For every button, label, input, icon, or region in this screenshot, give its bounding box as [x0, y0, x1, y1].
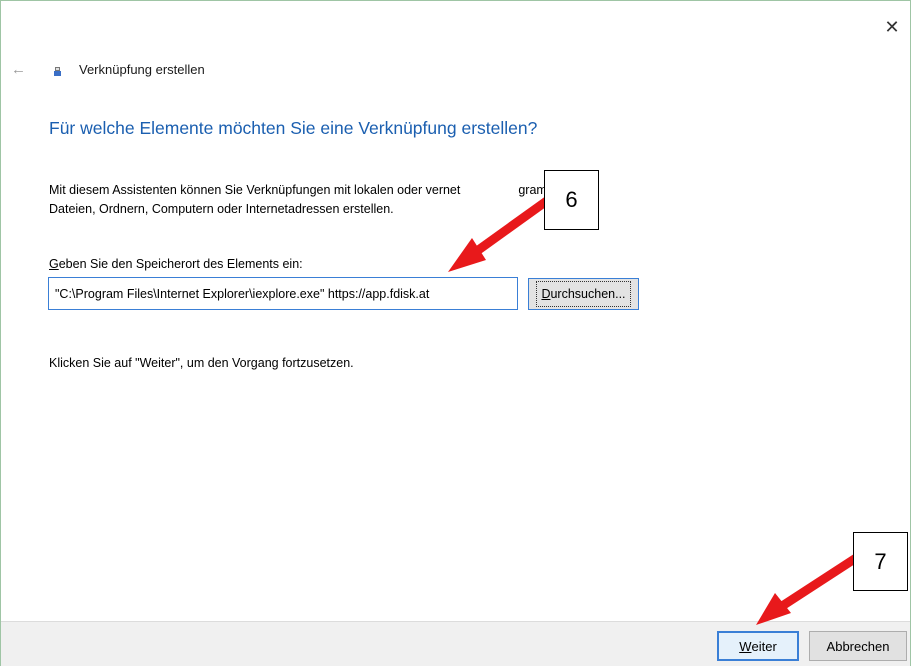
- description-text: Mit diesem Assistenten können Sie Verknü…: [49, 181, 575, 219]
- page-heading: Für welche Elemente möchten Sie eine Ver…: [49, 118, 538, 138]
- next-access-key: W: [739, 638, 752, 654]
- cancel-label: Abbrechen: [826, 638, 890, 654]
- label-access-key: G: [49, 257, 59, 271]
- next-button[interactable]: Weiter: [717, 631, 799, 661]
- browse-button[interactable]: Durchsuchen...: [528, 278, 639, 310]
- cancel-button[interactable]: Abbrechen: [809, 631, 907, 661]
- back-arrow-icon[interactable]: ←: [11, 61, 33, 78]
- create-shortcut-dialog: ✕ ← Verknüpfung erstellen Für welche Ele…: [0, 0, 911, 666]
- location-field-label: Geben Sie den Speicherort des Elements e…: [49, 257, 303, 271]
- description-line-1: Mit diesem Assistenten können Sie Verknü…: [49, 183, 461, 197]
- step-7-callout: 7: [853, 532, 908, 591]
- browse-label: urchsuchen...: [550, 287, 626, 301]
- close-icon: ✕: [884, 16, 900, 37]
- next-label: eiter: [751, 638, 777, 654]
- step-6-callout: 6: [544, 170, 599, 230]
- description-line-2: Dateien, Ordnern, Computern oder Interne…: [49, 202, 394, 216]
- shortcut-wizard-icon: [53, 67, 63, 77]
- location-input[interactable]: [48, 277, 518, 310]
- continue-instruction: Klicken Sie auf "Weiter", um den Vorgang…: [49, 356, 354, 370]
- close-button[interactable]: ✕: [878, 13, 906, 41]
- title-bar: ← Verknüpfung erstellen: [11, 58, 205, 80]
- label-text: eben Sie den Speicherort des Elements ei…: [58, 257, 303, 271]
- window-title: Verknüpfung erstellen: [79, 61, 205, 77]
